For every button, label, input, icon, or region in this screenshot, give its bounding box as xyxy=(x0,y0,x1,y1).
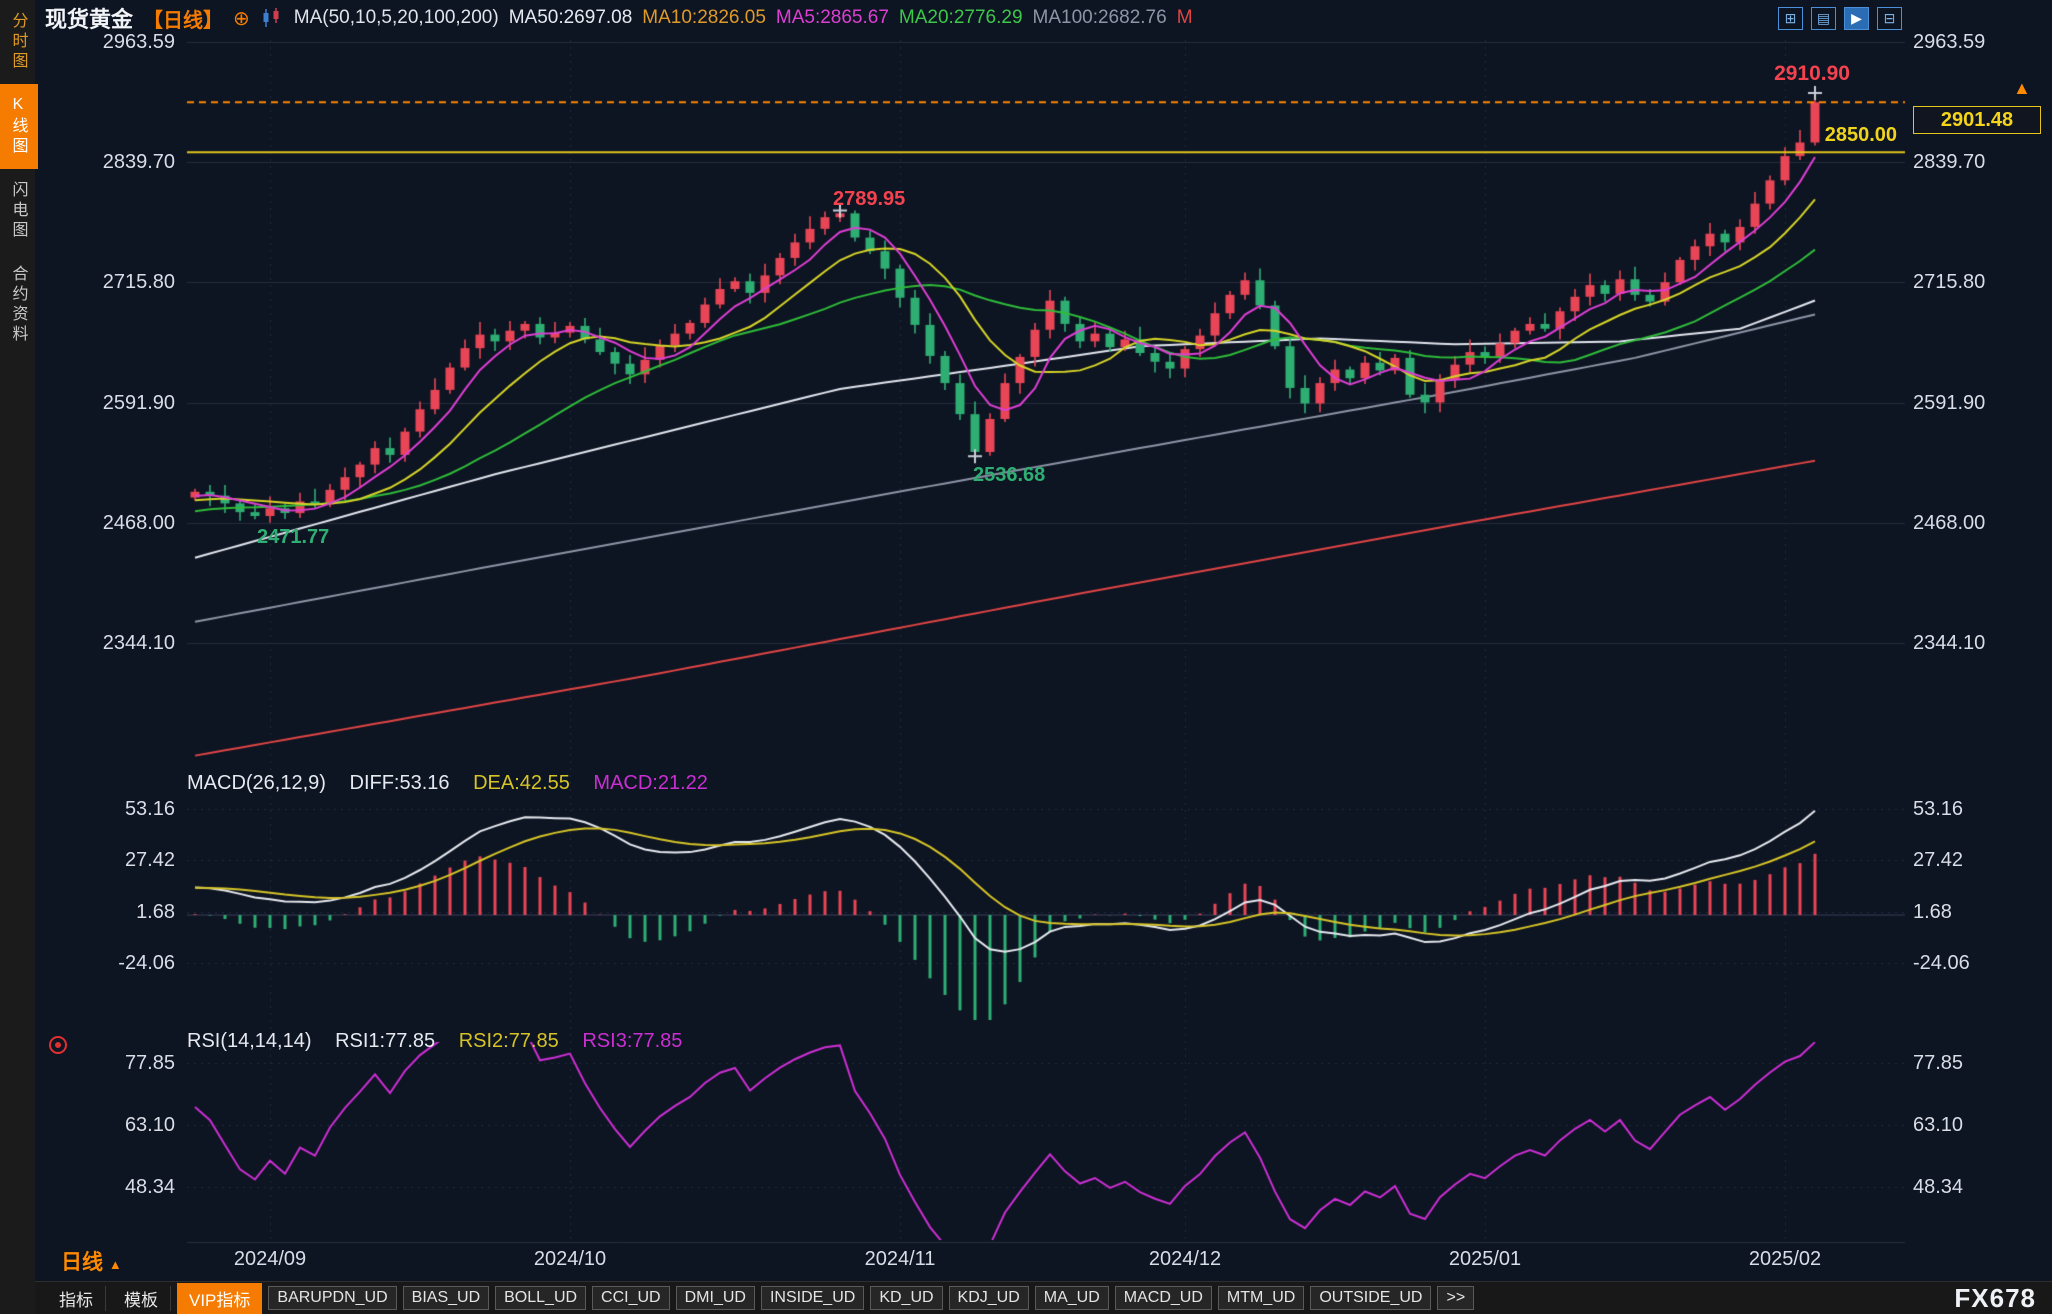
chart-region: 2963.59 2839.70 2715.80 2591.90 2468.00 … xyxy=(35,36,2052,1281)
sidebar-tab-lightning-chart[interactable]: 闪电图 xyxy=(0,169,38,253)
rsi-label-row: RSI(14,14,14) RSI1:77.85 RSI2:77.85 RSI3… xyxy=(187,1030,700,1053)
macd-label-row: MACD(26,12,9) DIFF:53.16 DEA:42.55 MACD:… xyxy=(187,772,726,795)
indicator-tab-inside[interactable]: INSIDE_UD xyxy=(761,1286,864,1310)
main-y-tick: 2591.90 xyxy=(1913,392,2049,414)
main-y-tick: 2963.59 xyxy=(1913,31,2049,53)
kline-icon xyxy=(260,7,284,29)
x-axis-month: 2025/01 xyxy=(1435,1248,1535,1271)
main-y-tick: 2344.10 xyxy=(63,632,175,654)
macd-name: MACD(26,12,9) xyxy=(187,772,326,794)
indicator-tab-cci[interactable]: CCI_UD xyxy=(592,1286,670,1310)
play-icon[interactable]: ▶ xyxy=(1844,7,1869,30)
ma50-value: MA50:2697.08 xyxy=(509,7,633,29)
indicator-tab-bias[interactable]: BIAS_UD xyxy=(403,1286,489,1310)
panel-layout-icon[interactable]: ⊟ xyxy=(1877,7,1902,30)
indicator-tab-outside[interactable]: OUTSIDE_UD xyxy=(1310,1286,1431,1310)
tab-vip-indicators[interactable]: VIP指标 xyxy=(177,1283,262,1314)
main-y-tick: 2963.59 xyxy=(63,31,175,53)
macd-y-tick: 53.16 xyxy=(1913,798,2049,820)
macd-y-tick: 1.68 xyxy=(1913,901,2049,923)
bottom-toolbar: 指标 模板 VIP指标 BARUPDN_UD BIAS_UD BOLL_UD C… xyxy=(35,1281,2052,1314)
macd-y-tick: 1.68 xyxy=(63,901,175,923)
trading-app: 分时图 K线图 闪电图 合约资料 现货黄金 【日线】 ⊕ MA(50,10,5,… xyxy=(0,0,2052,1314)
left-sidebar: 分时图 K线图 闪电图 合约资料 xyxy=(0,0,35,1314)
more-tabs-button[interactable]: >> xyxy=(1437,1286,1474,1310)
r si-y-tick: 77.85 xyxy=(63,1052,175,1074)
annotation-hline-price: 2850.00 xyxy=(1787,124,1897,147)
rsi1-value: RSI1:77.85 xyxy=(335,1030,435,1052)
ma20-value: MA20:2776.29 xyxy=(899,7,1023,29)
macd-diff-value: DIFF:53.16 xyxy=(350,772,450,794)
indicator-tab-boll[interactable]: BOLL_UD xyxy=(495,1286,586,1310)
main-y-tick: 2468.00 xyxy=(63,512,175,534)
rsi-y-tick: 63.10 xyxy=(63,1114,175,1136)
macd-y-tick: 27.42 xyxy=(63,849,175,871)
annotation-early-low: 2471.77 xyxy=(257,526,329,549)
rsi2-value: RSI2:77.85 xyxy=(459,1030,559,1052)
indicator-tab-kdj[interactable]: KDJ_UD xyxy=(949,1286,1029,1310)
main-y-tick: 2715.80 xyxy=(63,271,175,293)
main-y-tick: 2468.00 xyxy=(1913,512,2049,534)
macd-y-tick: 27.42 xyxy=(1913,849,2049,871)
indicator-tab-ma[interactable]: MA_UD xyxy=(1035,1286,1109,1310)
layout-icons: ⊞ ▤ ▶ ⊟ xyxy=(1778,7,1902,30)
sidebar-tab-kline-chart[interactable]: K线图 xyxy=(0,84,38,169)
macd-y-tick: -24.06 xyxy=(1913,952,2049,974)
timeframe-label: 日线 xyxy=(61,1251,103,1274)
annotation-swing-high: 2789.95 xyxy=(833,188,905,211)
tab-templates[interactable]: 模板 xyxy=(112,1286,171,1311)
macd-dea-value: DEA:42.55 xyxy=(473,772,570,794)
chevron-up-icon: ▲ xyxy=(109,1257,122,1272)
macd-y-tick: 53.16 xyxy=(63,798,175,820)
split-layout-icon[interactable]: ▤ xyxy=(1811,7,1836,30)
rsi-name: RSI(14,14,14) xyxy=(187,1030,312,1052)
main-y-tick: 2344.10 xyxy=(1913,632,2049,654)
annotation-swing-low: 2536.68 xyxy=(973,464,1045,487)
symbol-title: 现货黄金 xyxy=(45,2,133,34)
price-chart-canvas[interactable] xyxy=(35,36,2052,1281)
last-price-tag: 2901.48 xyxy=(1913,106,2041,134)
ma100-value: MA100:2682.76 xyxy=(1033,7,1167,29)
period-tag: 【日线】 xyxy=(143,4,223,33)
rsi-y-tick: 63.10 xyxy=(1913,1114,2049,1136)
indicator-tab-kd[interactable]: KD_UD xyxy=(870,1286,942,1310)
ma10-value: MA10:2826.05 xyxy=(642,7,766,29)
macd-hist-value: MACD:21.22 xyxy=(593,772,708,794)
indicator-tab-macd[interactable]: MACD_UD xyxy=(1115,1286,1212,1310)
main-y-tick: 2839.70 xyxy=(1913,151,2049,173)
timeframe-selector[interactable]: 日线 ▲ xyxy=(61,1246,122,1276)
rsi-y-tick: 48.34 xyxy=(1913,1176,2049,1198)
sidebar-tab-contract-info[interactable]: 合约资料 xyxy=(0,253,38,357)
ma5-value: MA5:2865.67 xyxy=(776,7,889,29)
macd-y-tick: -24.06 xyxy=(63,952,175,974)
grid-layout-icon[interactable]: ⊞ xyxy=(1778,7,1803,30)
x-axis-month: 2024/09 xyxy=(220,1248,320,1271)
tab-indicators[interactable]: 指标 xyxy=(47,1286,106,1311)
rsi-y-tick: 48.34 xyxy=(63,1176,175,1198)
indicator-tab-dmi[interactable]: DMI_UD xyxy=(676,1286,755,1310)
main-y-tick: 2839.70 xyxy=(63,151,175,173)
main-y-tick: 2591.90 xyxy=(63,392,175,414)
annotation-top-high: 2910.90 xyxy=(1730,62,1850,86)
indicator-tab-mtm[interactable]: MTM_UD xyxy=(1218,1286,1304,1310)
x-axis-month: 2024/11 xyxy=(850,1248,950,1271)
price-up-arrow-icon: ▲ xyxy=(2013,78,2031,99)
x-axis-month: 2025/02 xyxy=(1735,1248,1835,1271)
add-overlay-icon[interactable]: ⊕ xyxy=(233,6,250,31)
sidebar-tab-time-chart[interactable]: 分时图 xyxy=(0,0,38,84)
x-axis-month: 2024/12 xyxy=(1135,1248,1235,1271)
brand-watermark: FX678 xyxy=(1954,1283,2036,1314)
rsi3-value: RSI3:77.85 xyxy=(582,1030,682,1052)
chart-header: 现货黄金 【日线】 ⊕ MA(50,10,5,20,100,200) MA50:… xyxy=(35,0,2052,36)
rsi-y-tick: 77.85 xyxy=(1913,1052,2049,1074)
ma-group-label: MA(50,10,5,20,100,200) xyxy=(294,7,499,29)
main-y-tick: 2715.80 xyxy=(1913,271,2049,293)
x-axis-month: 2024/10 xyxy=(520,1248,620,1271)
indicator-tab-barupdn[interactable]: BARUPDN_UD xyxy=(268,1286,396,1310)
ma200-value-truncated: M xyxy=(1177,7,1193,29)
